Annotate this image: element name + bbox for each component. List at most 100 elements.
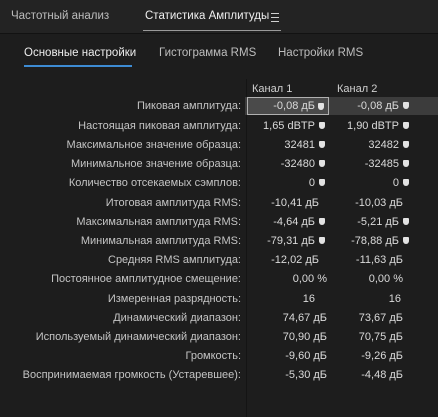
channel-2-value-cell: 0,00 % bbox=[331, 270, 413, 288]
go-to-position-icon[interactable] bbox=[403, 122, 409, 129]
go-to-position-icon[interactable] bbox=[319, 237, 325, 244]
channel-2-value-cell[interactable]: 0 bbox=[331, 174, 413, 192]
channel-2-value: 73,67 дБ bbox=[358, 312, 403, 324]
channel-1-value-cell: -9,60 дБ bbox=[247, 347, 329, 365]
channel-2-value-cell: 16 bbox=[331, 290, 413, 308]
stat-label: Воспринимаемая громкость (Устаревшее): bbox=[22, 369, 241, 381]
stat-row[interactable]: Измеренная разрядность: 16 16 bbox=[0, 290, 438, 308]
go-to-position-icon[interactable] bbox=[319, 179, 325, 186]
stat-row[interactable]: Средняя RMS амплитуда: -12,02 дБ -11,63 … bbox=[0, 251, 438, 269]
tab-rms-settings[interactable]: Настройки RMS bbox=[278, 47, 363, 59]
stat-label: Итоговая амплитуда RMS: bbox=[105, 197, 241, 209]
stat-row[interactable]: Постоянное амплитудное смещение: 0,00 % … bbox=[0, 270, 438, 288]
go-to-position-icon[interactable] bbox=[403, 141, 409, 148]
go-to-position-icon[interactable] bbox=[319, 141, 325, 148]
stat-row[interactable]: Итоговая амплитуда RMS: -10,41 дБ -10,03… bbox=[0, 194, 438, 212]
go-to-position-icon[interactable] bbox=[403, 179, 409, 186]
channel-1-value: -9,60 дБ bbox=[285, 350, 327, 362]
channel-2-value-cell[interactable]: 32482 bbox=[331, 136, 413, 154]
channel-1-value: -5,30 дБ bbox=[285, 369, 327, 381]
stat-label: Максимальное значение образца: bbox=[66, 139, 241, 151]
channel-2-value-cell: 73,67 дБ bbox=[331, 309, 413, 327]
go-to-position-icon[interactable] bbox=[319, 160, 325, 167]
channel-2-value: -10,03 дБ bbox=[355, 197, 403, 209]
go-to-position-icon[interactable] bbox=[403, 237, 409, 244]
channel-2-value: 16 bbox=[388, 293, 401, 305]
channel-2-value: -78,88 дБ bbox=[351, 235, 399, 247]
active-subtab-indicator bbox=[24, 65, 132, 67]
channel-1-value-cell: -5,30 дБ bbox=[247, 366, 329, 384]
stat-row[interactable]: Воспринимаемая громкость (Устаревшее): -… bbox=[0, 366, 438, 384]
panel-tab-bar: Частотный анализ Статистика Амплитуды bbox=[0, 0, 438, 34]
go-to-position-icon[interactable] bbox=[319, 122, 325, 129]
channel-1-header: Канал 1 bbox=[252, 83, 293, 95]
channel-2-value: 1,90 dBTP bbox=[347, 120, 399, 132]
channel-1-value-cell: 0,00 % bbox=[247, 270, 329, 288]
stat-label: Громкость: bbox=[185, 350, 241, 362]
channel-1-value-cell: 16 bbox=[247, 290, 329, 308]
channel-2-value: -5,21 дБ bbox=[357, 216, 399, 228]
channel-2-value-cell: -11,63 дБ bbox=[331, 251, 413, 269]
channel-2-value: -11,63 дБ bbox=[355, 254, 403, 266]
channel-2-value-cell[interactable]: -32485 bbox=[331, 155, 413, 173]
stat-label: Измеренная разрядность: bbox=[107, 293, 241, 305]
stat-label: Количество отсекаемых сэмплов: bbox=[68, 177, 241, 189]
channel-2-value-cell[interactable]: 1,90 dBTP bbox=[331, 117, 413, 135]
stat-label: Минимальное значение образца: bbox=[70, 158, 241, 170]
channel-1-value-cell[interactable]: -79,31 дБ bbox=[247, 232, 329, 250]
stat-row[interactable]: Количество отсекаемых сэмплов: 0 0 bbox=[0, 174, 438, 192]
channel-1-value-cell[interactable]: 32481 bbox=[247, 136, 329, 154]
tab-basic-settings[interactable]: Основные настройки bbox=[24, 47, 136, 59]
channel-1-value: -32480 bbox=[280, 158, 315, 170]
tab-amplitude-statistics[interactable]: Статистика Амплитуды bbox=[145, 10, 269, 22]
channel-2-value: 0,00 % bbox=[368, 273, 403, 285]
stat-label: Динамический диапазон: bbox=[113, 312, 241, 324]
stat-row[interactable]: Пиковая амплитуда: -0,08 дБ -0,08 дБ bbox=[0, 97, 438, 115]
go-to-position-icon[interactable] bbox=[318, 103, 324, 110]
go-to-position-icon[interactable] bbox=[319, 218, 325, 225]
channel-1-value-cell[interactable]: -4,64 дБ bbox=[247, 213, 329, 231]
stat-row[interactable]: Динамический диапазон: 74,67 дБ 73,67 дБ bbox=[0, 309, 438, 327]
active-tab-indicator bbox=[143, 30, 281, 31]
stat-label: Максимальная амплитуда RMS: bbox=[76, 216, 241, 228]
go-to-position-icon[interactable] bbox=[403, 218, 409, 225]
channel-1-value-cell: -12,02 дБ bbox=[247, 251, 329, 269]
panel-menu-icon[interactable] bbox=[271, 13, 279, 22]
go-to-position-icon[interactable] bbox=[403, 102, 409, 109]
stat-label: Пиковая амплитуда: bbox=[136, 100, 241, 112]
channel-1-value: 74,67 дБ bbox=[282, 312, 327, 324]
channel-1-value-cell[interactable]: -32480 bbox=[247, 155, 329, 173]
channel-1-value-cell: 70,90 дБ bbox=[247, 328, 329, 346]
channel-2-value-cell[interactable]: -78,88 дБ bbox=[331, 232, 413, 250]
channel-2-value: 70,75 дБ bbox=[358, 331, 403, 343]
stat-row[interactable]: Минимальное значение образца: -32480 -32… bbox=[0, 155, 438, 173]
subtab-bar: Основные настройки Гистограмма RMS Настр… bbox=[0, 34, 438, 72]
channel-1-value-cell[interactable]: 1,65 dBTP bbox=[247, 117, 329, 135]
stat-row[interactable]: Громкость: -9,60 дБ -9,26 дБ bbox=[0, 347, 438, 365]
stat-row[interactable]: Максимальное значение образца: 32481 324… bbox=[0, 136, 438, 154]
tab-frequency-analysis[interactable]: Частотный анализ bbox=[11, 10, 109, 22]
channel-2-value: -4,48 дБ bbox=[361, 369, 403, 381]
channel-2-value: 32482 bbox=[368, 139, 399, 151]
channel-1-value: 16 bbox=[302, 293, 315, 305]
channel-2-value-cell: 70,75 дБ bbox=[331, 328, 413, 346]
go-to-position-icon[interactable] bbox=[403, 160, 409, 167]
channel-1-value-cell[interactable]: -0,08 дБ bbox=[247, 97, 329, 115]
channel-2-value: -9,26 дБ bbox=[361, 350, 403, 362]
stat-row[interactable]: Настоящая пиковая амплитуда: 1,65 dBTP 1… bbox=[0, 117, 438, 135]
channel-1-value: -12,02 дБ bbox=[271, 254, 319, 266]
channel-1-value: 70,90 дБ bbox=[282, 331, 327, 343]
channel-2-value-cell: -4,48 дБ bbox=[331, 366, 413, 384]
channel-1-value: -79,31 дБ bbox=[267, 235, 315, 247]
channel-1-value: -4,64 дБ bbox=[273, 216, 315, 228]
channel-2-value-cell[interactable]: -5,21 дБ bbox=[331, 213, 413, 231]
stat-row[interactable]: Максимальная амплитуда RMS: -4,64 дБ -5,… bbox=[0, 213, 438, 231]
stat-row[interactable]: Минимальная амплитуда RMS: -79,31 дБ -78… bbox=[0, 232, 438, 250]
channel-1-value: -0,08 дБ bbox=[273, 100, 315, 112]
channel-header-row: Канал 1 Канал 2 bbox=[0, 79, 438, 97]
channel-2-value-cell[interactable]: -0,08 дБ bbox=[331, 97, 413, 115]
channel-1-value-cell[interactable]: 0 bbox=[247, 174, 329, 192]
stat-row[interactable]: Используемый динамический диапазон: 70,9… bbox=[0, 328, 438, 346]
channel-1-value: -10,41 дБ bbox=[271, 197, 319, 209]
tab-rms-histogram[interactable]: Гистограмма RMS bbox=[159, 47, 256, 59]
